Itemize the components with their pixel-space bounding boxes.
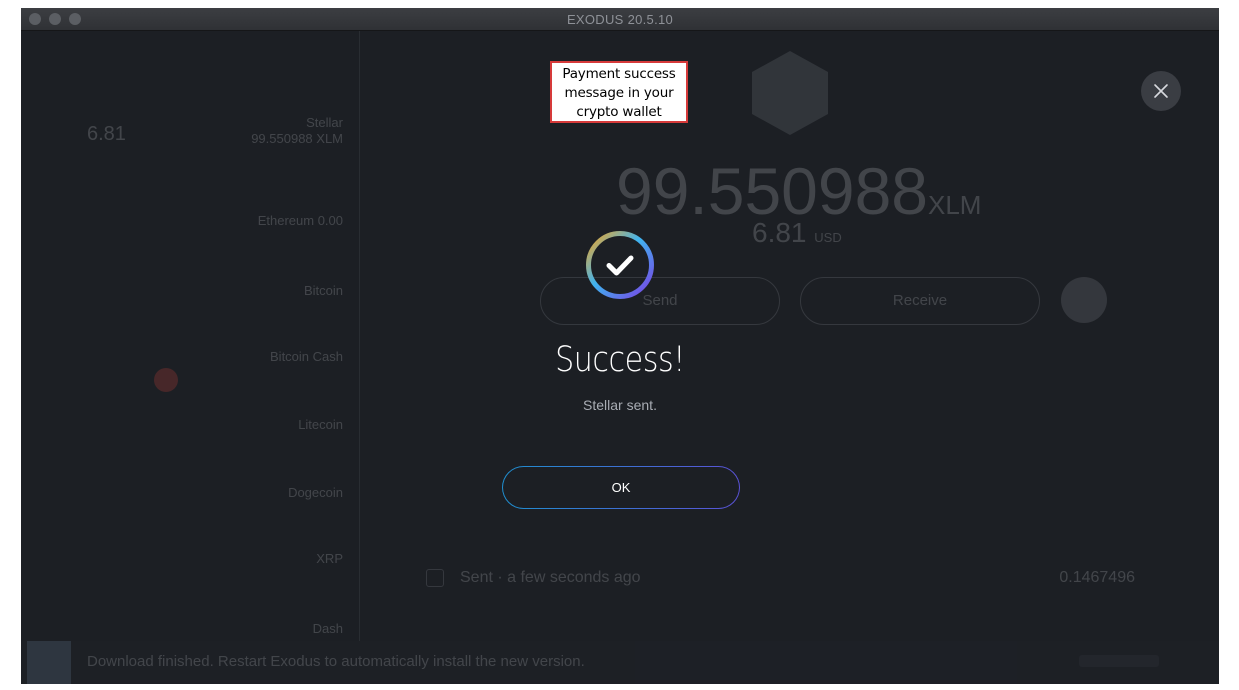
tx-sent-icon <box>426 569 444 587</box>
annotation-line: message in your <box>564 85 674 101</box>
success-title: Success! <box>555 340 685 380</box>
fiat-balance: 6.81 USD <box>752 217 842 248</box>
close-icon <box>1154 84 1168 98</box>
update-message: Download finished. Restart Exodus to aut… <box>87 653 585 670</box>
ok-button-label: OK <box>503 467 739 508</box>
transaction-row: Sent · a few seconds ago <box>460 569 641 586</box>
sidebar-asset-name: Stellar <box>306 115 343 130</box>
sidebar-fiat-value: 6.81 <box>87 123 126 145</box>
stellar-logo-icon <box>752 51 828 135</box>
sidebar-item: Dash <box>312 621 343 636</box>
title-bar[interactable]: EXODUS 20.5.10 <box>21 8 1219 31</box>
success-check-icon <box>586 231 654 299</box>
close-modal-button[interactable] <box>1141 71 1181 111</box>
sidebar-asset-balance: 99.550988 XLM <box>251 131 343 146</box>
send-button: Send <box>540 277 780 325</box>
update-footer: Download finished. Restart Exodus to aut… <box>21 641 1219 684</box>
transaction-amount: 0.1467496 <box>1059 569 1135 586</box>
asset-detail-panel: 99.550988XLM 6.81 USD Send Receive Sent … <box>360 31 1219 641</box>
update-icon <box>27 641 71 684</box>
ok-button[interactable]: OK <box>502 466 740 509</box>
exchange-icon <box>1061 277 1107 323</box>
sidebar-item: Bitcoin <box>303 283 343 298</box>
sidebar-item: Dogecoin <box>288 485 343 500</box>
restart-link <box>1079 655 1159 667</box>
sidebar-item: XRP <box>316 551 343 566</box>
sidebar-item: Litecoin <box>298 417 343 432</box>
asset-sidebar: Stellar 99.550988 XLM 6.81 Ethereum 0.00… <box>21 31 360 641</box>
success-subtitle: Stellar sent. <box>583 397 657 413</box>
annotation-callout: Payment success message in your crypto w… <box>550 61 688 123</box>
window-title: EXODUS 20.5.10 <box>566 12 674 27</box>
annotation-line: Payment success <box>562 66 676 82</box>
receive-button: Receive <box>800 277 1040 325</box>
annotation-line: crypto wallet <box>576 104 662 120</box>
sidebar-item: Ethereum 0.00 <box>257 213 343 228</box>
